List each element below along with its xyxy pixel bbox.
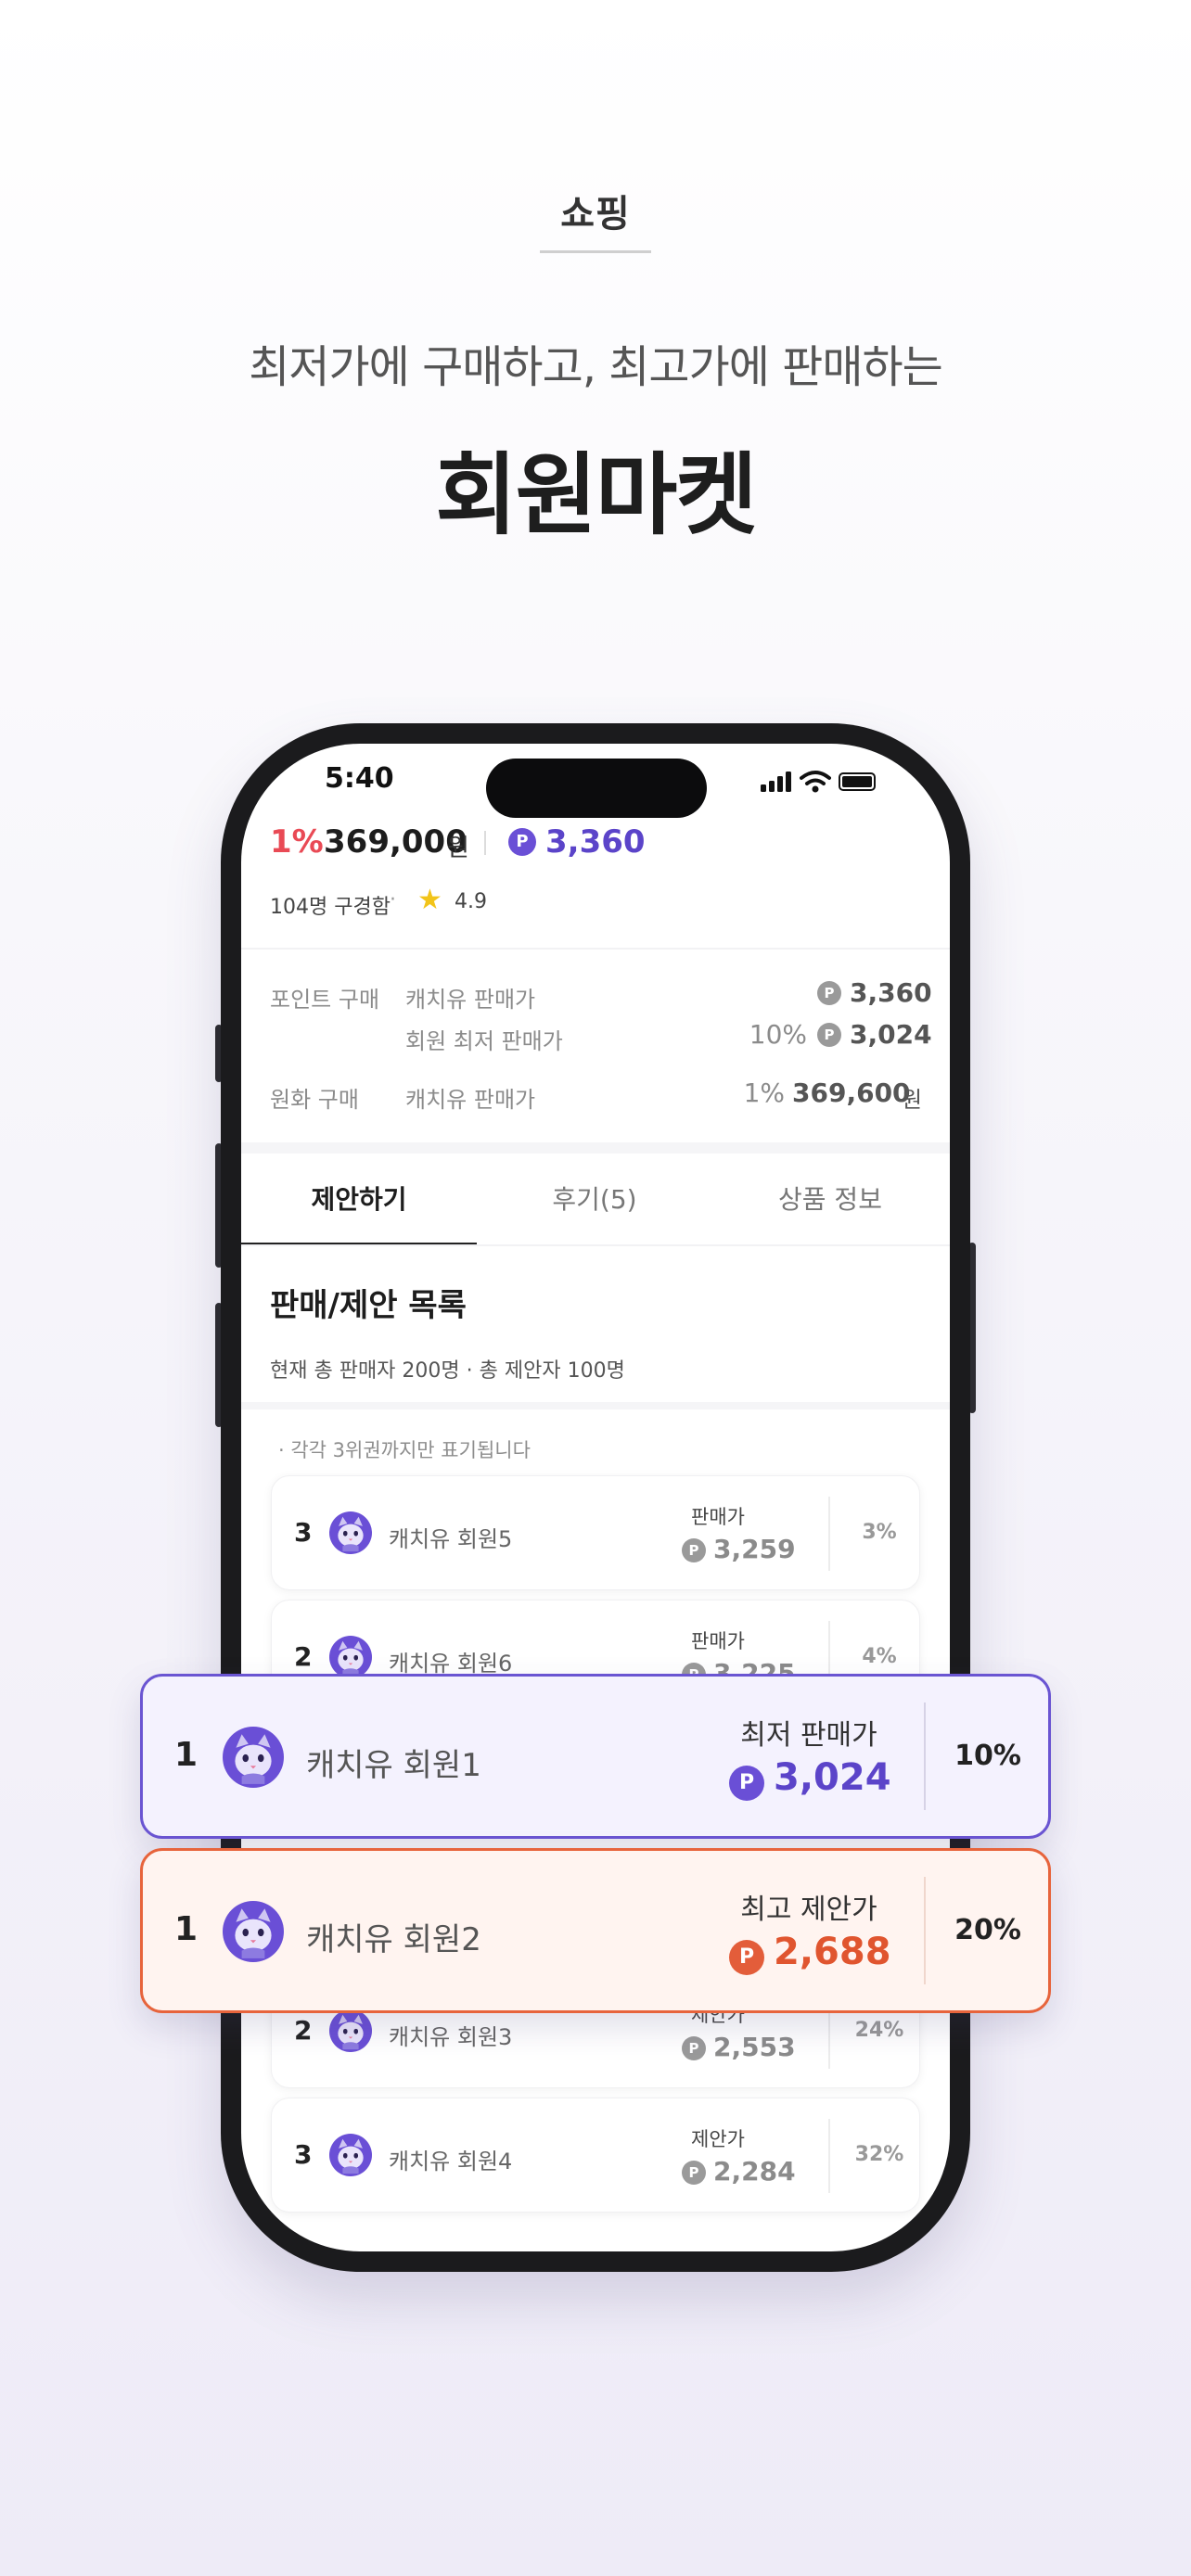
separator-dot: · (390, 888, 396, 912)
cash-purchase-label: 원화 구매 (270, 1087, 359, 1113)
percent: 3% (862, 1521, 897, 1544)
member-name: 캐치유 회원3 (389, 2024, 513, 2050)
cat-avatar-icon (329, 1511, 372, 1554)
section-divider (241, 1402, 950, 1409)
notice-text: · 각각 3위권까지만 표기됩니다 (278, 1439, 531, 1461)
point-row-value: 3,024 (850, 1019, 932, 1050)
cash-row-percent: 1% (743, 1078, 785, 1108)
point-row-percent: 10% (749, 1019, 807, 1050)
divider (924, 1877, 926, 1984)
cat-avatar-icon (329, 2134, 372, 2176)
rank: 2 (294, 2015, 313, 2046)
wifi-icon (800, 771, 831, 793)
member-name: 캐치유 회원6 (389, 1651, 513, 1677)
section-meta: 현재 총 판매자 200명 · 총 제안자 100명 (270, 1359, 625, 1383)
category-underline (540, 250, 651, 253)
dynamic-island (486, 759, 707, 818)
percent: 32% (854, 2143, 904, 2166)
divider (241, 1244, 950, 1246)
point-icon: P (682, 1538, 706, 1562)
section-title: 판매/제안 목록 (270, 1287, 467, 1324)
price-divider (484, 831, 486, 855)
point-row-value: 3,360 (850, 977, 932, 1008)
rank: 2 (294, 1641, 313, 1672)
point-row-label: 캐치유 판매가 (405, 987, 536, 1013)
divider (828, 1497, 830, 1571)
discount-rate: 1% (270, 823, 324, 861)
point-icon: P (729, 1766, 764, 1801)
point-icon: P (817, 981, 841, 1005)
price-value: 2,553 (713, 2032, 796, 2062)
divider (828, 2119, 830, 2193)
price-label: 최저 판매가 (740, 1719, 877, 1752)
star-icon: ★ (417, 884, 442, 916)
cash-row-unit: 원 (902, 1087, 923, 1113)
point-icon: P (682, 2036, 706, 2060)
percent: 20% (954, 1914, 1021, 1946)
rank: 3 (294, 2139, 313, 2170)
point-icon: P (682, 2161, 706, 2185)
member-name: 캐치유 회원1 (306, 1747, 481, 1784)
highest-offer-card[interactable]: 1 캐치유 회원2 최고 제안가 P 2,688 20% (140, 1848, 1051, 2013)
price-unit: 원 (447, 835, 469, 862)
cat-avatar-icon (223, 1901, 284, 1962)
category-label: 쇼핑 (560, 193, 631, 236)
lowest-sell-card[interactable]: 1 캐치유 회원1 최저 판매가 P 3,024 10% (140, 1674, 1051, 1839)
divider (241, 948, 950, 950)
signal-icon (761, 772, 791, 792)
percent: 10% (954, 1740, 1021, 1772)
rating-value: 4.9 (455, 890, 487, 913)
point-icon: P (508, 828, 536, 856)
member-name: 캐치유 회원2 (306, 1921, 481, 1958)
point-icon: P (817, 1023, 841, 1047)
rank: 3 (294, 1517, 313, 1548)
status-time: 5:40 (325, 762, 394, 795)
price-label: 판매가 (691, 1630, 745, 1652)
member-name: 캐치유 회원5 (389, 1526, 513, 1552)
percent: 24% (854, 2019, 904, 2042)
cash-row-value: 369,600 (792, 1078, 911, 1108)
price-label: 판매가 (691, 1506, 745, 1528)
product-price: 369,000 (324, 823, 467, 861)
headline: 회원마켓 (435, 443, 757, 547)
price-value: 3,024 (774, 1756, 891, 1799)
point-icon: P (729, 1940, 764, 1975)
tab-product-info[interactable]: 상품 정보 (712, 1180, 948, 1217)
tab-reviews[interactable]: 후기(5) (477, 1180, 712, 1217)
price-label: 제안가 (691, 2128, 745, 2150)
section-divider (241, 1142, 950, 1154)
list-item[interactable]: 3 캐치유 회원4 제안가 P 2,284 32% (271, 2098, 920, 2213)
percent: 4% (862, 1645, 897, 1668)
divider (924, 1702, 926, 1810)
point-price: 3,360 (545, 823, 646, 861)
price-value: 3,259 (713, 1534, 796, 1564)
rank: 1 (174, 1736, 198, 1774)
price-label: 최고 제안가 (740, 1894, 877, 1926)
point-purchase-label: 포인트 구매 (270, 987, 380, 1013)
cat-avatar-icon (223, 1727, 284, 1788)
battery-icon (839, 772, 876, 791)
cat-avatar-icon (329, 1636, 372, 1678)
price-value: 2,688 (774, 1931, 891, 1973)
rank: 1 (174, 1910, 198, 1948)
list-item[interactable]: 3 캐치유 회원5 판매가 P 3,259 3% (271, 1475, 920, 1590)
subtitle: 최저가에 구매하고, 최고가에 판매하는 (249, 341, 943, 393)
cat-avatar-icon (329, 2009, 372, 2052)
member-name: 캐치유 회원4 (389, 2149, 513, 2174)
point-row-label: 회원 최저 판매가 (405, 1028, 563, 1054)
cash-row-label: 캐치유 판매가 (405, 1087, 536, 1113)
tab-offer[interactable]: 제안하기 (241, 1180, 477, 1217)
price-value: 2,284 (713, 2156, 796, 2187)
buyer-count: 104명 구경함 (270, 896, 391, 919)
